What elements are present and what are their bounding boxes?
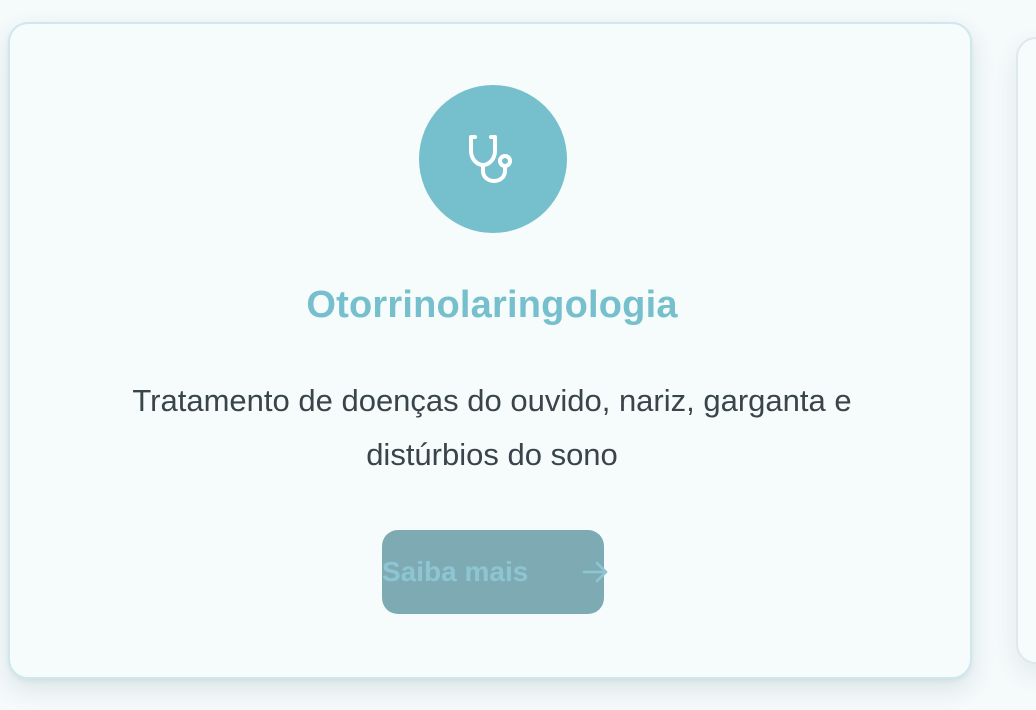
arrow-right-icon [582,561,608,583]
next-service-card[interactable] [1016,37,1036,664]
service-description: Tratamento de doenças do ouvido, nariz, … [132,383,852,472]
stethoscope-icon [469,135,512,183]
service-icon-badge [419,85,567,233]
service-card: Otorrinolaringologia Tratamento de doenç… [8,22,972,679]
services-carousel: Otorrinolaringologia Tratamento de doenç… [0,0,1036,710]
learn-more-button[interactable]: Saiba mais [382,530,608,614]
service-title: Otorrinolaringologia [306,284,678,326]
learn-more-label: Saiba mais [382,556,529,587]
